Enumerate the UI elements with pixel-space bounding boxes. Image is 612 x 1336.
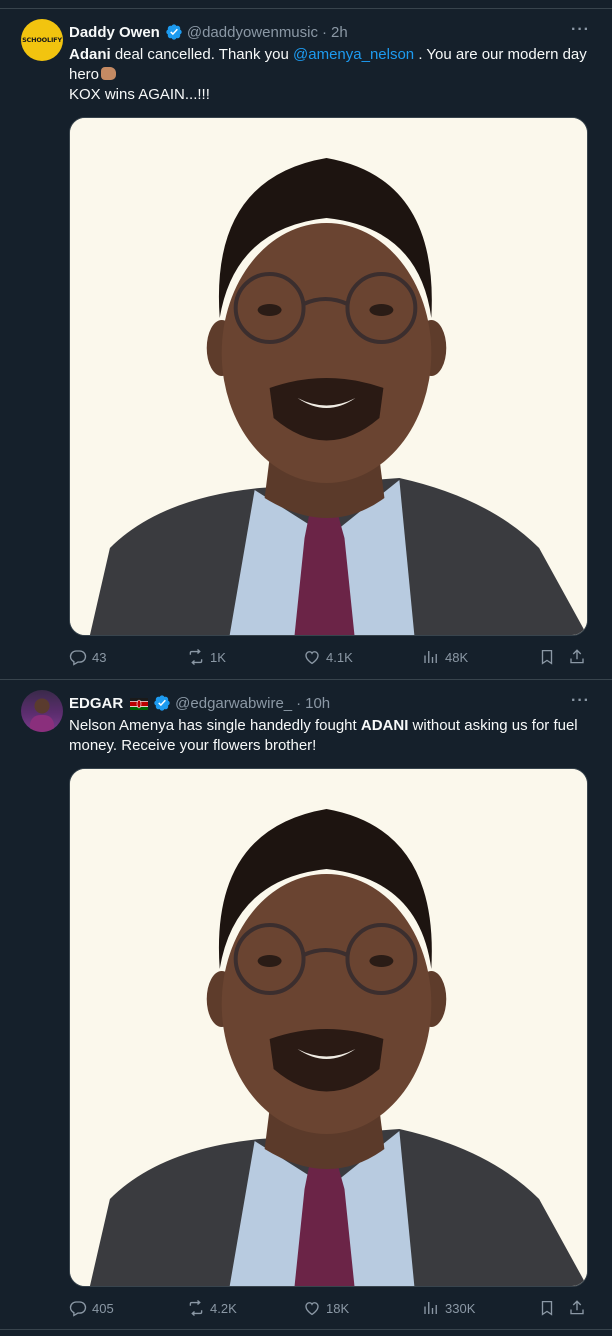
verified-badge-icon[interactable]	[165, 23, 183, 41]
tweet-actions: 43 1K 4.1K 48K	[69, 647, 592, 667]
reply-button[interactable]: 405	[69, 1299, 114, 1317]
avatar[interactable]: SCHOOLIFY	[21, 19, 63, 61]
more-options-button[interactable]: ···	[571, 692, 590, 710]
separator-dot: ·	[296, 694, 302, 712]
reply-count: 43	[92, 649, 107, 665]
share-button[interactable]	[568, 648, 586, 666]
portrait-photo	[70, 118, 587, 635]
reply-icon	[69, 1301, 87, 1317]
bookmark-icon	[541, 1300, 553, 1316]
reply-icon	[69, 650, 87, 666]
like-count: 4.1K	[326, 649, 353, 665]
tweet-text-bold: Adani	[69, 46, 111, 63]
tweet[interactable]: EDGAR @edgarwabwire_ · 10h ··· Nelson Am…	[0, 679, 612, 1330]
kenya-flag-icon	[130, 697, 149, 710]
tweet-text-bold: ADANI	[360, 717, 409, 734]
like-button[interactable]: 4.1K	[303, 648, 353, 666]
fist-bump-emoji	[101, 67, 117, 80]
retweet-icon	[189, 1299, 203, 1317]
mention-link[interactable]: @amenya_nelson	[293, 46, 414, 63]
reply-button[interactable]: 43	[69, 648, 106, 666]
share-button[interactable]	[568, 1299, 586, 1317]
tweet-text-part: deal cancelled. Thank you	[110, 46, 294, 63]
views-count: 330K	[445, 1300, 476, 1316]
views-button[interactable]: 48K	[422, 648, 468, 666]
share-icon	[570, 1300, 584, 1315]
tweet-text-part: Nelson Amenya has single handedly fought	[69, 717, 361, 734]
views-icon	[424, 1302, 437, 1314]
bookmark-icon	[541, 649, 553, 665]
tweet-photo[interactable]	[69, 768, 588, 1287]
bookmark-button[interactable]	[538, 1299, 556, 1317]
tweet-text: Adani deal cancelled. Thank you @amenya_…	[69, 45, 588, 105]
share-icon	[570, 649, 584, 664]
separator-dot: ·	[322, 23, 327, 41]
tweet-photo[interactable]	[69, 117, 588, 636]
avatar[interactable]	[21, 690, 63, 732]
tweet-actions: 405 4.2K 18K 330K	[69, 1298, 592, 1318]
author-handle[interactable]: @daddyowenmusic	[187, 24, 318, 41]
retweet-button[interactable]: 4.2K	[187, 1299, 237, 1317]
tweet-header: Daddy Owen @daddyowenmusic · 2h	[69, 23, 572, 41]
timeline-feed: SCHOOLIFY Daddy Owen @daddyowenmusic · 2…	[0, 0, 612, 1336]
tweet-header: EDGAR @edgarwabwire_ · 10h	[69, 694, 572, 712]
tweet-text: Nelson Amenya has single handedly fought…	[69, 716, 588, 756]
retweet-button[interactable]: 1K	[187, 648, 226, 666]
like-button[interactable]: 18K	[303, 1299, 349, 1317]
retweet-count: 4.2K	[210, 1300, 237, 1316]
retweet-icon	[189, 648, 203, 666]
heart-icon	[305, 1302, 319, 1316]
heart-icon	[305, 651, 319, 665]
views-icon	[424, 651, 437, 663]
tweet[interactable]: SCHOOLIFY Daddy Owen @daddyowenmusic · 2…	[0, 8, 612, 679]
author-handle[interactable]: @edgarwabwire_	[175, 695, 292, 712]
verified-badge-icon[interactable]	[153, 694, 171, 712]
retweet-count: 1K	[210, 649, 226, 665]
views-button[interactable]: 330K	[422, 1299, 475, 1317]
avatar-logo-text: SCHOOLIFY	[22, 36, 62, 44]
author-name[interactable]: Daddy Owen	[69, 24, 160, 41]
views-count: 48K	[445, 649, 469, 665]
like-count: 18K	[326, 1300, 350, 1316]
bookmark-button[interactable]	[538, 648, 556, 666]
timestamp[interactable]: 2h	[331, 24, 348, 41]
author-name[interactable]: EDGAR	[69, 695, 123, 712]
tweet-text-line: KOX wins AGAIN...!!!	[69, 86, 210, 103]
timestamp[interactable]: 10h	[305, 695, 330, 712]
more-options-button[interactable]: ···	[571, 21, 590, 39]
reply-count: 405	[92, 1300, 114, 1316]
portrait-photo	[70, 769, 587, 1286]
